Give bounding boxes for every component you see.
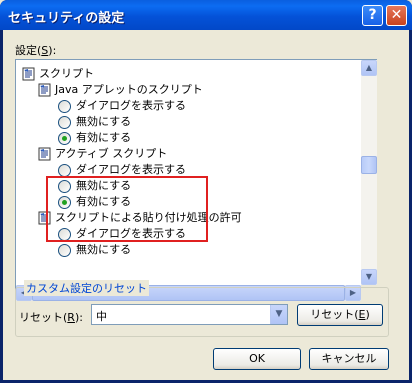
scroll-up-button[interactable]: ▲ (361, 60, 377, 76)
dialog-body: 設定(S): スクリプト Java アプレットのスクリプト ダイアログを表示する 無効… (3, 30, 409, 380)
security-settings-dialog: セキュリティの設定 ? ✕ 設定(S): スクリプト Java アプレットのスクリ… (0, 0, 412, 383)
close-button[interactable]: ✕ (386, 5, 407, 26)
reset-level-select[interactable]: 中 ▼ (91, 304, 288, 325)
tree-item-label: スクリプト (39, 67, 94, 80)
cancel-button[interactable]: キャンセル (309, 348, 389, 370)
tree-item-label: 無効にする (76, 243, 132, 256)
title-bar[interactable]: セキュリティの設定 ? ✕ (0, 0, 412, 30)
reset-label: リセット(R): (19, 311, 83, 324)
tree-item-label: 有効にする (76, 131, 132, 144)
settings-label: 設定(S): (15, 44, 57, 57)
radio-unchecked[interactable] (58, 243, 71, 257)
annotation-highlight-box (46, 176, 208, 242)
script-document-icon (22, 67, 35, 81)
radio-option[interactable]: 無効にする (58, 114, 131, 130)
close-icon: ✕ (390, 7, 403, 23)
scroll-thumb[interactable] (361, 156, 377, 174)
radio-unchecked[interactable] (58, 115, 71, 129)
script-document-icon (38, 83, 51, 97)
chevron-down-icon[interactable]: ▼ (270, 305, 287, 324)
tree-setting[interactable]: アクティブ スクリプト (38, 146, 167, 162)
help-button[interactable]: ? (362, 5, 383, 26)
vertical-scrollbar[interactable]: ▲ ▼ (361, 60, 377, 285)
scroll-down-button[interactable]: ▼ (361, 269, 377, 285)
tree-item-label: 無効にする (76, 115, 132, 128)
script-document-icon (38, 147, 51, 161)
radio-unchecked[interactable] (58, 163, 71, 177)
group-title: カスタム設定のリセット (24, 280, 149, 296)
question-icon: ? (368, 7, 377, 23)
tree-item-label: ダイアログを表示する (76, 99, 186, 112)
radio-checked[interactable] (58, 131, 71, 145)
tree-item-label: Java アプレットのスクリプト (55, 83, 203, 96)
radio-option[interactable]: 無効にする (58, 242, 131, 258)
settings-tree-content: スクリプト Java アプレットのスクリプト ダイアログを表示する 無効にする 有効にす… (16, 60, 361, 285)
radio-option[interactable]: ダイアログを表示する (58, 98, 186, 114)
ok-button[interactable]: OK (213, 348, 301, 370)
tree-setting[interactable]: Java アプレットのスクリプト (38, 82, 203, 98)
reset-level-value: 中 (96, 310, 107, 323)
radio-option[interactable]: 有効にする (58, 130, 131, 146)
reset-button[interactable]: リセット(E) (297, 304, 383, 326)
tree-category[interactable]: スクリプト (22, 66, 94, 82)
window-title: セキュリティの設定 (8, 11, 125, 26)
tree-item-label: アクティブ スクリプト (55, 147, 168, 160)
radio-unchecked[interactable] (58, 99, 71, 113)
settings-tree[interactable]: スクリプト Java アプレットのスクリプト ダイアログを表示する 無効にする 有効にす… (15, 59, 377, 301)
